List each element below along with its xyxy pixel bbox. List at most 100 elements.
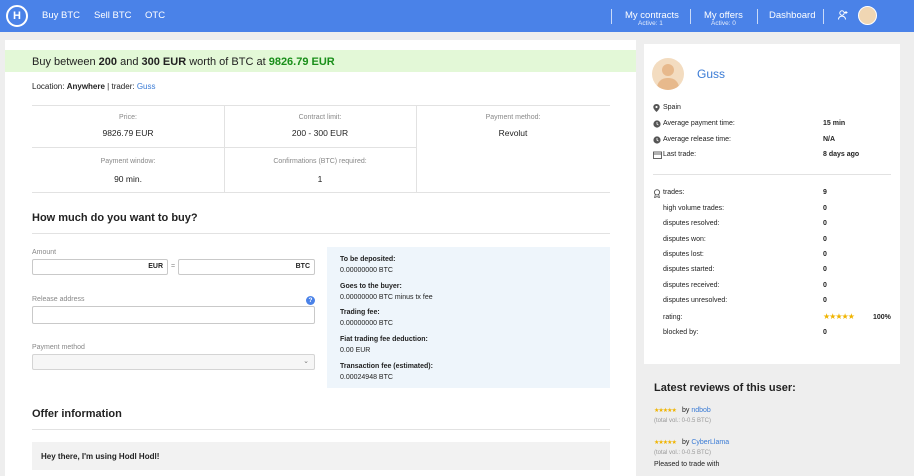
payment-method-label: Payment method: [485,114,541,121]
release-address-label: Release address [32,296,85,303]
trading-fee-value: 0.00000000 BTC [340,320,393,327]
review-stars-icon: ★★★★★ [654,408,677,414]
profile-divider [653,174,891,175]
last-trade-label: Last trade: [663,151,697,158]
trader-link[interactable]: Guss [137,82,156,91]
trades-value: 9 [823,189,827,196]
nav-separator [823,9,824,24]
trader-name[interactable]: Guss [697,67,725,81]
grid-divider [32,192,610,193]
offer-card: Buy between 200 and 300 EUR worth of BTC… [5,40,636,476]
location-line: Location: Anywhere | trader: Guss [32,82,156,91]
stat-label: disputes lost: [663,251,704,258]
rating-label: rating: [663,314,683,321]
stat-value: 0 [823,205,827,212]
payment-window-label: Payment window: [100,158,156,165]
review-volume: (total vol.: 0-0.5 BTC) [654,418,712,424]
payment-window-value: 90 min. [114,174,142,184]
stat-value: 0 [823,266,827,273]
deposit-value: 0.00000000 BTC [340,267,393,274]
contract-limit-value: 200 - 300 EUR [291,128,349,138]
clock-icon [653,136,661,146]
offer-headline-bar: Buy between 200 and 300 EUR worth of BTC… [5,50,636,72]
avg-payment-value: 15 min [823,120,846,127]
location-pin-icon [653,104,660,114]
offer-price: 9826.79 EUR [268,56,335,68]
top-navbar: H Buy BTC Sell BTC OTC My contracts Acti… [0,0,914,32]
calendar-icon [653,151,662,161]
eur-suffix: EUR [148,263,163,270]
blocked-value: 0 [823,329,827,336]
stat-label: disputes received: [663,282,720,289]
release-address-input[interactable] [32,306,315,324]
payment-method-field-label: Payment method [32,344,85,351]
amount-btc-input[interactable]: BTC [178,259,315,275]
last-trade-value: 8 days ago [823,151,860,158]
buyer-label: Goes to the buyer: [340,283,402,290]
nav-separator [757,9,758,24]
deposit-summary: To be deposited: 0.00000000 BTC Goes to … [327,247,610,388]
avg-payment-label: Average payment time: [663,120,735,127]
payment-method-select[interactable]: ⌄ [32,354,315,370]
review-author: by CyberLlama [682,439,730,446]
grid-divider [32,105,610,106]
avg-release-label: Average release time: [663,136,731,143]
chevron-down-icon: ⌄ [303,358,309,365]
nav-otc[interactable]: OTC [145,10,165,21]
price-label: Price: [119,114,137,121]
stat-value: 0 [823,220,827,227]
hodlhodl-logo[interactable]: H [6,5,28,27]
review-author-link[interactable]: ndbob [691,407,710,414]
avg-release-value: N/A [823,136,836,143]
review-stars-icon: ★★★★★ [654,440,677,446]
rating-percent: 100% [873,314,891,321]
price-value: 9826.79 EUR [102,128,154,138]
amount-label: Amount [32,249,57,256]
stat-label: disputes unresolved: [663,297,728,304]
trader-avatar [652,58,684,90]
offer-terms-text: Hey there, I'm using Hodl Hodl! [41,452,160,461]
clock-icon [653,120,661,130]
offer-terms: Hey there, I'm using Hodl Hodl! [32,442,610,470]
nav-dashboard[interactable]: Dashboard [769,10,815,21]
review-author: by ndbob [682,407,711,414]
contract-limit-label: Contract limit: [298,114,342,121]
offer-info-title: Offer information [32,408,122,420]
amount-eur-input[interactable]: EUR [32,259,168,275]
tx-fee-value: 0.00024948 BTC [340,374,393,381]
stat-value: 0 [823,251,827,258]
location-value: Anywhere [66,82,105,91]
my-offers-active-count: Active: 0 [711,20,736,27]
equals-sign: = [171,263,176,270]
section-divider [32,233,610,234]
nav-separator [690,9,691,24]
nav-sell-btc[interactable]: Sell BTC [94,10,131,21]
nav-separator [611,9,612,24]
help-icon[interactable]: ? [306,296,315,305]
stat-value: 0 [823,297,827,304]
my-contracts-active-count: Active: 1 [638,20,663,27]
rating-stars-icon: ★★★★★ [823,312,855,321]
stat-label: disputes won: [663,236,706,243]
stat-value: 0 [823,282,827,289]
review-author-link[interactable]: CyberLlama [691,439,729,446]
review-text: Pleased to trade with [654,461,720,468]
offer-headline: Buy between 200 and 300 EUR worth of BTC… [32,56,335,68]
user-avatar[interactable] [858,6,877,25]
buy-section-title: How much do you want to buy? [32,212,198,224]
trades-label: trades: [663,189,685,196]
payment-method-value: Revolut [498,128,528,138]
stat-label: disputes resolved: [663,220,720,227]
country: Spain [663,104,681,111]
stat-label: disputes started: [663,266,715,273]
confirmations-label: Confirmations (BTC) required: [273,158,367,165]
buyer-value: 0.00000000 BTC minus tx fee [340,294,433,301]
confirmations-value: 1 [317,174,323,184]
blocked-label: blocked by: [663,329,699,336]
review-volume: (total vol.: 0-0.5 BTC) [654,450,712,456]
fiat-fee-label: Fiat trading fee deduction: [340,336,428,343]
notifications-icon[interactable] [837,9,849,24]
reviews-title: Latest reviews of this user: [654,382,796,394]
nav-buy-btc[interactable]: Buy BTC [42,10,80,21]
deposit-label: To be deposited: [340,256,396,263]
